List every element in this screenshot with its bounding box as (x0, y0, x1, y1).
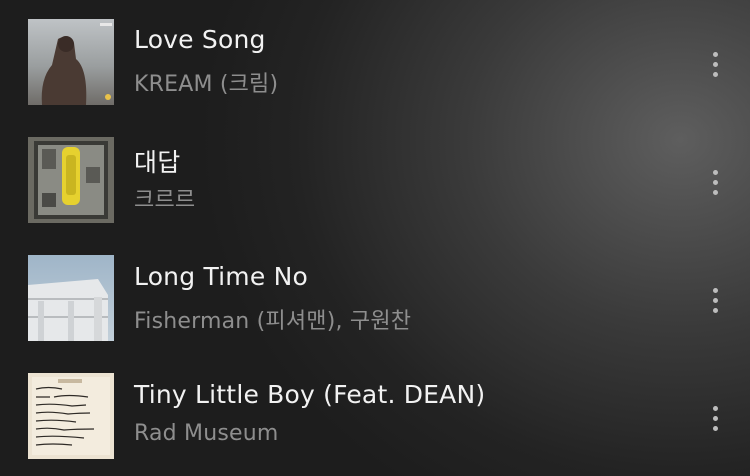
more-options-button[interactable] (700, 280, 730, 320)
track-title: Tiny Little Boy (Feat. DEAN) (134, 380, 486, 409)
track-artist: KREAM (크림) (134, 72, 279, 97)
more-dot (712, 189, 718, 195)
track-title: 대답 (134, 148, 181, 177)
album-art (28, 137, 114, 223)
album-art-building-sky (28, 255, 114, 341)
more-dot (712, 71, 718, 77)
album-art-yellow-payphone (28, 137, 114, 223)
track-row[interactable]: Love Song KREAM (크림) (0, 0, 750, 118)
album-art (28, 255, 114, 341)
more-options-button[interactable] (700, 162, 730, 202)
track-row[interactable]: 대답 크르르 (0, 118, 750, 236)
more-dot (712, 425, 718, 431)
more-dot (712, 415, 718, 421)
more-dot (712, 179, 718, 185)
more-dot (712, 61, 718, 67)
track-artist: 크르르 (134, 188, 196, 213)
track-list: Love Song KREAM (크림) 대답 크르르 Long Time No… (0, 0, 750, 476)
more-options-button[interactable] (700, 398, 730, 438)
more-options-button[interactable] (700, 44, 730, 84)
album-art-handwritten-note (28, 373, 114, 459)
track-row[interactable]: Tiny Little Boy (Feat. DEAN) Rad Museum (0, 354, 750, 472)
album-art (28, 373, 114, 459)
track-title: Long Time No (134, 262, 308, 291)
album-art-photo-person (28, 19, 114, 105)
more-dot (712, 169, 718, 175)
more-dot (712, 405, 718, 411)
more-dot (712, 297, 718, 303)
track-row[interactable]: Long Time No Fisherman (피셔맨), 구원찬 (0, 236, 750, 354)
track-title: Love Song (134, 25, 266, 54)
track-artist: Rad Museum (134, 421, 279, 446)
album-art (28, 19, 114, 105)
more-dot (712, 307, 718, 313)
track-artist: Fisherman (피셔맨), 구원찬 (134, 309, 412, 334)
more-dot (712, 287, 718, 293)
more-dot (712, 51, 718, 57)
